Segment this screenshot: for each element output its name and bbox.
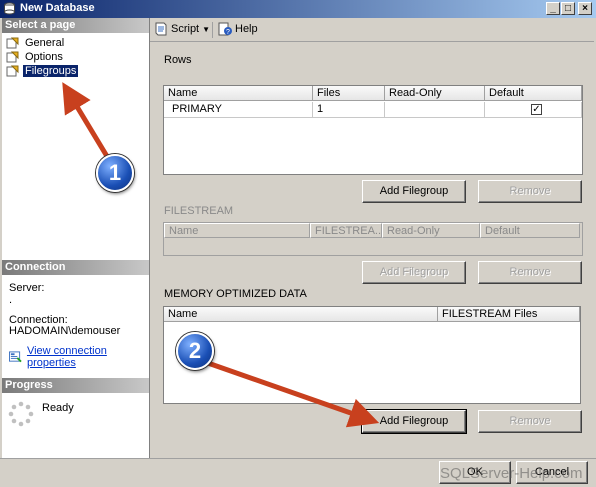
callout-marker-2: 2	[176, 332, 214, 370]
annotation-arrows	[62, 82, 380, 428]
arrow-1	[62, 82, 111, 160]
callout-marker-1: 1	[96, 154, 134, 192]
arrow-2	[204, 359, 380, 428]
